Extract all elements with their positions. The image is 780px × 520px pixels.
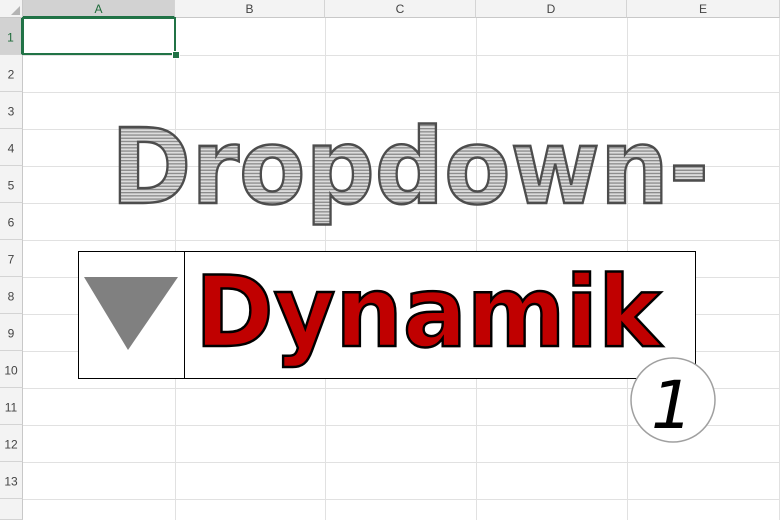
title-line-1: Dropdown- [111, 106, 709, 228]
triangle-down-icon [84, 277, 178, 350]
title-graphic: Dropdown- Dynamik 1 [84, 105, 716, 444]
number-badge-label: 1 [651, 367, 693, 444]
spreadsheet-grid: A B C D E 1 2 3 4 5 6 7 8 9 10 11 12 13 [0, 0, 780, 520]
title-line-2: Dynamik [195, 256, 664, 370]
